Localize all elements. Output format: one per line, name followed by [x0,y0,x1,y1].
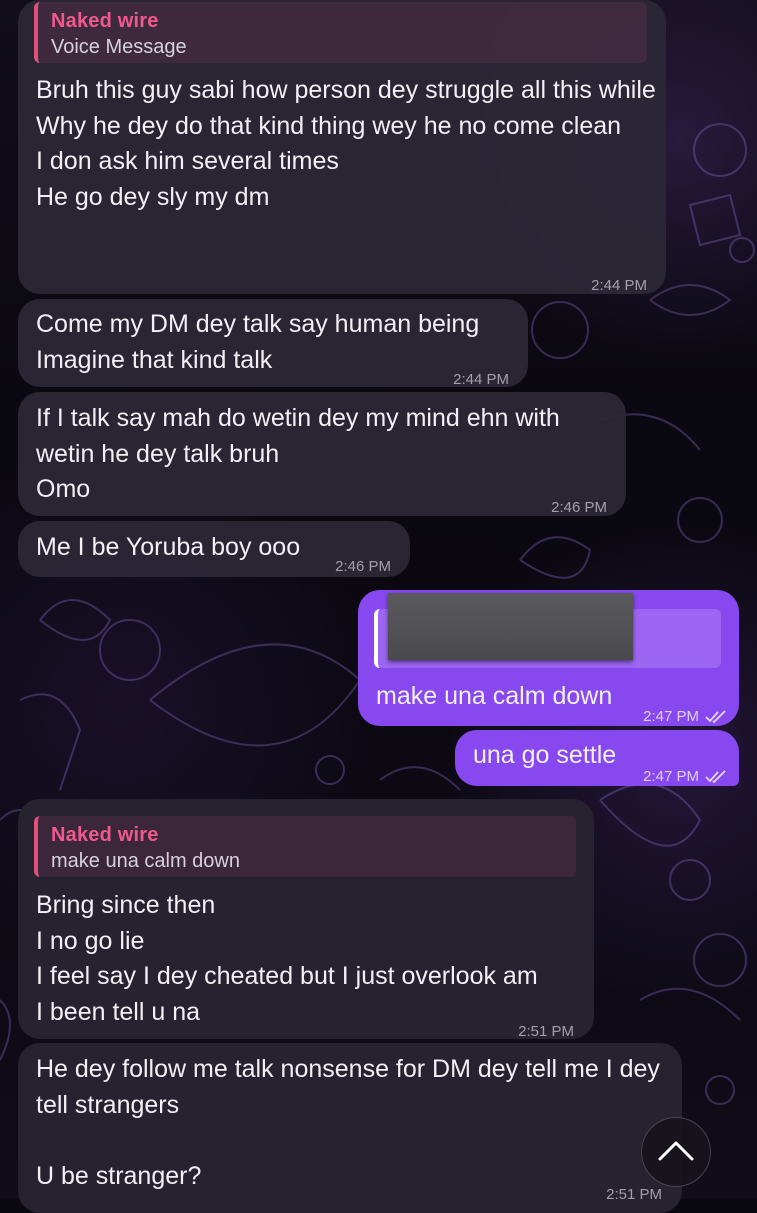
message-text: una go settle [473,741,617,769]
outgoing-message[interactable]: make una calm down 2:47 PM [358,590,739,726]
message-list[interactable]: Naked wire Voice Message Bruh this guy s… [0,0,757,1213]
message-text: Me I be Yoruba boy ooo [36,533,301,561]
reply-sender-name: Naked wire [51,824,159,846]
incoming-message[interactable]: If I talk say mah do wetin dey my mind e… [18,392,626,516]
scroll-to-latest-button[interactable] [641,1117,711,1187]
message-time: 2:44 PM [591,277,647,294]
incoming-message[interactable]: He dey follow me talk nonsense for DM de… [18,1043,682,1213]
reply-sender-name: Naked wire [51,10,159,32]
message-text: Bring since then I no go lie I feel say … [36,891,538,1026]
message-time: 2:46 PM [551,499,607,516]
incoming-message[interactable]: Me I be Yoruba boy ooo 2:46 PM [18,521,410,577]
incoming-message[interactable]: Naked wire Voice Message Bruh this guy s… [18,0,666,294]
reply-preview[interactable]: Naked wire make una calm down [34,816,576,877]
redaction-block [388,593,633,660]
outgoing-message[interactable]: una go settle 2:47 PM [455,730,739,786]
message-time-label: 2:47 PM [643,768,699,785]
reply-quoted-text: Voice Message [51,36,187,58]
incoming-message[interactable]: Come my DM dey talk say human being Imag… [18,299,528,388]
reply-quoted-text: make una calm down [51,850,240,872]
message-time: 2:47 PM [643,759,727,798]
message-time-label: 2:47 PM [643,708,699,725]
double-check-icon [705,762,727,798]
message-text: make una calm down [376,682,613,710]
message-text: If I talk say mah do wetin dey my mind e… [36,404,560,503]
message-text: Come my DM dey talk say human being Imag… [36,310,480,374]
message-text: He dey follow me talk nonsense for DM de… [36,1055,660,1190]
reply-preview[interactable]: Naked wire Voice Message [34,2,647,63]
message-time: 2:46 PM [335,558,391,575]
message-text: Bruh this guy sabi how person dey strugg… [36,76,656,211]
chevron-up-icon [658,1139,694,1166]
message-time: 2:51 PM [606,1186,662,1203]
incoming-message[interactable]: Naked wire make una calm down Bring sinc… [18,799,594,1040]
